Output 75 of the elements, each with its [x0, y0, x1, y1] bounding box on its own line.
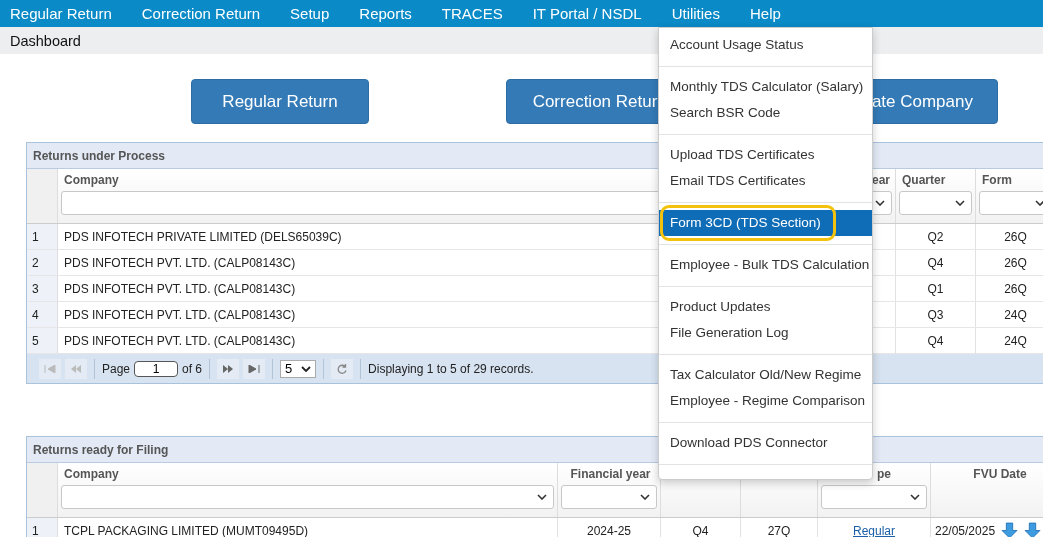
table-cell: 27Q	[741, 518, 818, 537]
caret-icon	[640, 494, 650, 500]
column-header: Financial year	[569, 466, 651, 483]
table-cell: 2024-25	[558, 518, 661, 537]
refresh-button[interactable]	[331, 358, 354, 379]
menu-item[interactable]: Regular Return	[10, 5, 112, 22]
column-header: Company	[63, 172, 119, 189]
page-count: of 6	[182, 361, 203, 376]
column-header: pe	[876, 466, 891, 483]
return-type-link[interactable]: Regular	[853, 523, 895, 537]
table-cell: 26Q	[976, 250, 1043, 275]
row-number: 1	[27, 518, 58, 537]
menu-item[interactable]: Utilities	[671, 5, 720, 22]
menu-item[interactable]: TRACES	[441, 5, 503, 22]
row-number: 5	[27, 328, 58, 353]
column-header: Form	[981, 172, 1012, 189]
table-cell: Q1	[896, 276, 976, 301]
menu-item[interactable]: Form 3CD (TDS Section)	[659, 210, 872, 236]
row-number: 2	[27, 250, 58, 275]
last-page-button[interactable]	[243, 358, 266, 379]
menu-item[interactable]: Correction Return	[141, 5, 261, 22]
table-cell: Q3	[896, 302, 976, 327]
last-page-icon	[248, 364, 261, 373]
caret-icon	[1035, 200, 1043, 206]
table-cell: Q4	[896, 250, 976, 275]
row-number: 3	[27, 276, 58, 301]
table-cell: 26Q	[976, 224, 1043, 249]
page-field[interactable]: 1	[134, 360, 179, 377]
menu-item[interactable]: Setup	[290, 5, 330, 22]
first-page-icon	[44, 364, 56, 373]
filter-dropdown[interactable]	[61, 485, 554, 509]
table-cell: TCPL PACKAGING LIMITED (MUMT09495D)	[58, 518, 558, 537]
next-page-icon	[222, 364, 235, 373]
menu-item[interactable]: Account Usage Status	[659, 32, 872, 58]
table-cell: 24Q	[976, 328, 1043, 353]
next-page-button[interactable]	[217, 358, 240, 379]
menu-item[interactable]: Help	[749, 5, 781, 22]
menu-item[interactable]: Tax Calculator Old/New Regime	[659, 362, 872, 388]
filter-dropdown[interactable]	[561, 485, 657, 509]
row-number: 4	[27, 302, 58, 327]
table-cell: 22/05/2025	[935, 523, 996, 537]
download-arrow-icon[interactable]	[1024, 522, 1042, 537]
table-cell: Q4	[896, 328, 976, 353]
filter-dropdown[interactable]	[821, 485, 927, 509]
breadcrumb: Dashboard	[10, 32, 81, 49]
header-cell	[27, 169, 58, 223]
table-cell: 24Q	[976, 302, 1043, 327]
row-number: 1	[27, 224, 58, 249]
download-arrow-icon[interactable]	[1001, 522, 1019, 537]
menu-item[interactable]: Reports	[359, 5, 412, 22]
menu-item[interactable]: Email TDS Certificates	[659, 168, 872, 194]
caret-icon	[875, 200, 885, 206]
header-cell	[27, 463, 58, 517]
table-cell: 26Q	[976, 276, 1043, 301]
caret-icon	[955, 200, 965, 206]
action-button[interactable]: Regular Return	[191, 79, 369, 124]
menu-item[interactable]: Upload TDS Certificates	[659, 142, 872, 168]
column-header: FVU Date	[972, 466, 1027, 483]
menu-item[interactable]: Employee - Regime Comparison	[659, 388, 872, 414]
table-cell: Q2	[896, 224, 976, 249]
menu-item[interactable]: IT Portal / NSDL	[532, 5, 642, 22]
caret-icon	[537, 494, 547, 500]
table-cell: Q4	[661, 518, 741, 537]
previous-page-icon	[70, 364, 82, 373]
page-size-dropdown[interactable]: 5	[280, 359, 317, 378]
caret-icon	[301, 365, 312, 372]
column-header: ear	[870, 172, 891, 189]
caret-icon	[910, 494, 920, 500]
filter-dropdown[interactable]	[979, 191, 1043, 215]
refresh-icon	[336, 362, 349, 375]
page-label: Page	[102, 361, 131, 376]
filter-dropdown[interactable]	[899, 191, 972, 215]
column-header: Quarter	[901, 172, 946, 189]
records-status: Displaying 1 to 5 of 29 records.	[368, 361, 534, 376]
column-header: Company	[63, 466, 119, 483]
